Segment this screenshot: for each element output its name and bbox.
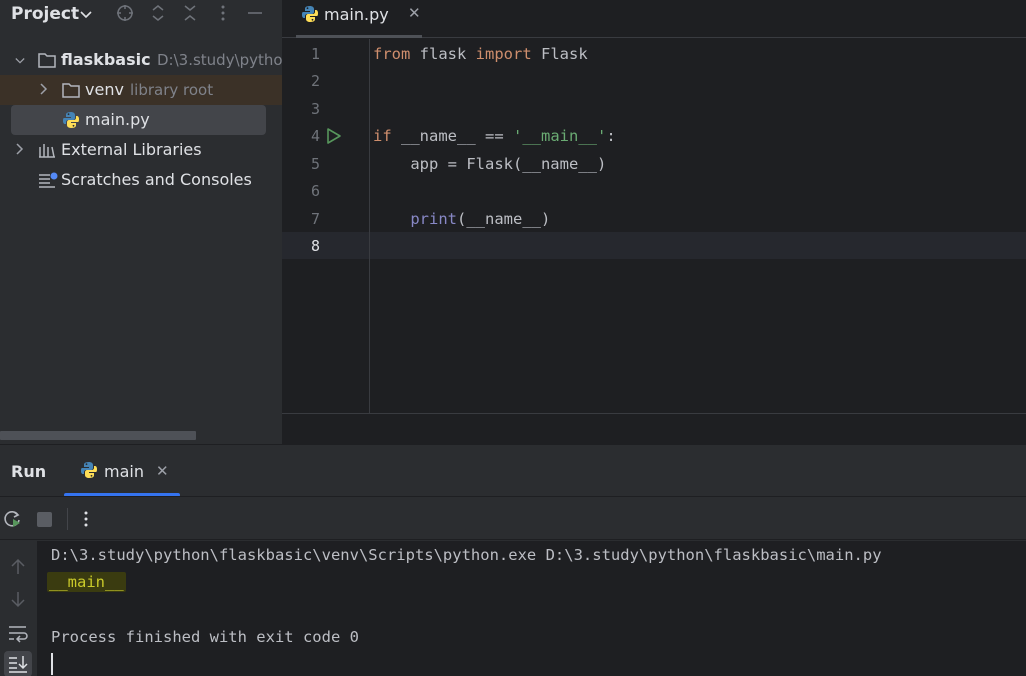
console-command-line: D:\3.study\python\flaskbasic\venv\Script… <box>51 546 882 564</box>
line-number: 4 <box>310 127 320 145</box>
folder-icon <box>62 83 80 98</box>
line-number-gutter: 1 2 3 4 5 6 7 8 <box>282 39 370 413</box>
tree-item-label: flaskbasic <box>61 50 151 69</box>
scratches-icon <box>39 172 58 188</box>
python-file-icon <box>81 462 97 478</box>
close-icon[interactable]: ✕ <box>408 4 421 22</box>
horizontal-scrollbar[interactable] <box>0 431 196 440</box>
editor-tab-bar: main.py ✕ <box>282 0 1026 38</box>
editor-area: main.py ✕ 1 2 3 4 5 6 7 8 from flask imp… <box>282 0 1026 444</box>
tree-item-label: venv <box>85 80 124 99</box>
tab-active-indicator <box>296 35 422 38</box>
code-line-7: print(__name__) <box>373 210 550 228</box>
folder-icon <box>38 53 56 68</box>
tab-main-py[interactable]: main.py ✕ <box>296 0 422 38</box>
line-number: 7 <box>310 210 320 228</box>
python-file-icon <box>302 6 318 22</box>
code-line-4: if __name__ == '__main__': <box>373 127 616 145</box>
code-token: Flask <box>531 45 588 63</box>
minimize-icon[interactable] <box>246 4 264 22</box>
tree-item-scratches[interactable]: Scratches and Consoles <box>0 165 282 195</box>
run-toolbar <box>0 496 1026 540</box>
tree-item-main-py[interactable]: main.py <box>11 105 266 135</box>
code-token: print <box>410 210 457 228</box>
code-token: flask <box>410 45 476 63</box>
tree-item-external-libraries[interactable]: External Libraries <box>0 135 282 165</box>
stop-icon[interactable] <box>37 512 52 527</box>
soft-wrap-icon[interactable] <box>6 621 30 645</box>
tree-item-venv[interactable]: venv library root <box>0 75 282 105</box>
run-window-title: Run <box>11 462 47 481</box>
toolbar-separator <box>67 508 68 530</box>
tree-item-hint: library root <box>130 81 214 99</box>
line-number: 3 <box>310 100 320 118</box>
code-token: __name__ == <box>391 127 513 145</box>
run-tab-main[interactable]: main ✕ <box>64 445 180 497</box>
console-output-text: __main__ <box>47 572 126 592</box>
line-number: 5 <box>310 155 320 173</box>
project-title[interactable]: Project <box>11 4 79 24</box>
scroll-to-end-icon <box>9 656 28 673</box>
code-token: : <box>606 127 616 145</box>
run-tool-window: Run main ✕ D:\3.study\python\flaskbasic\… <box>0 444 1026 676</box>
close-icon[interactable]: ✕ <box>156 462 169 480</box>
console-caret <box>51 653 53 675</box>
chevron-down-icon[interactable] <box>15 55 25 67</box>
collapse-all-icon[interactable] <box>182 4 198 22</box>
code-token: import <box>475 45 532 63</box>
chevron-down-icon[interactable] <box>80 10 92 20</box>
code-token: (__name__) <box>457 210 551 228</box>
scroll-to-end-button[interactable] <box>4 651 32 676</box>
locate-icon[interactable] <box>116 4 134 22</box>
tree-item-label: Scratches and Consoles <box>61 170 252 189</box>
console-exit-line: Process finished with exit code 0 <box>51 628 359 646</box>
divider <box>282 413 1026 414</box>
python-file-icon <box>63 112 79 128</box>
arrow-up-icon[interactable] <box>6 555 30 579</box>
expand-all-icon[interactable] <box>150 4 166 22</box>
code-token: from <box>373 45 411 63</box>
code-line-1: from flask import Flask <box>373 45 588 63</box>
tab-label: main <box>104 462 144 481</box>
console-side-toolbar <box>0 541 37 676</box>
line-number: 8 <box>310 237 320 255</box>
tab-label: main.py <box>324 5 389 24</box>
code-editor[interactable]: 1 2 3 4 5 6 7 8 from flask import Flask … <box>282 39 1026 413</box>
library-icon <box>39 144 55 158</box>
rerun-icon[interactable] <box>3 509 23 529</box>
arrow-down-icon[interactable] <box>6 587 30 611</box>
code-token: if <box>373 127 392 145</box>
line-number: 6 <box>310 182 320 200</box>
more-options-icon[interactable] <box>83 510 89 528</box>
code-token: '__main__' <box>513 127 607 145</box>
code-line-5: app = Flask(__name__) <box>373 155 607 173</box>
current-line-highlight <box>282 232 1026 259</box>
tree-item-path: D:\3.study\pytho <box>157 51 282 69</box>
project-panel: Project flaskbasic D:\3.study\pytho venv… <box>0 0 282 444</box>
more-options-icon[interactable] <box>220 4 226 22</box>
console-output[interactable]: D:\3.study\python\flaskbasic\venv\Script… <box>37 541 1026 676</box>
tree-item-label: External Libraries <box>61 140 202 159</box>
line-number: 2 <box>310 72 320 90</box>
chevron-right-icon[interactable] <box>39 83 49 95</box>
line-number: 1 <box>310 45 320 63</box>
run-icon[interactable] <box>326 127 342 145</box>
tree-item-label: main.py <box>85 110 150 129</box>
chevron-right-icon[interactable] <box>15 143 25 155</box>
console-output-line: __main__ <box>47 572 126 592</box>
project-header: Project <box>0 0 282 30</box>
tree-item-flaskbasic[interactable]: flaskbasic D:\3.study\pytho <box>0 45 282 75</box>
